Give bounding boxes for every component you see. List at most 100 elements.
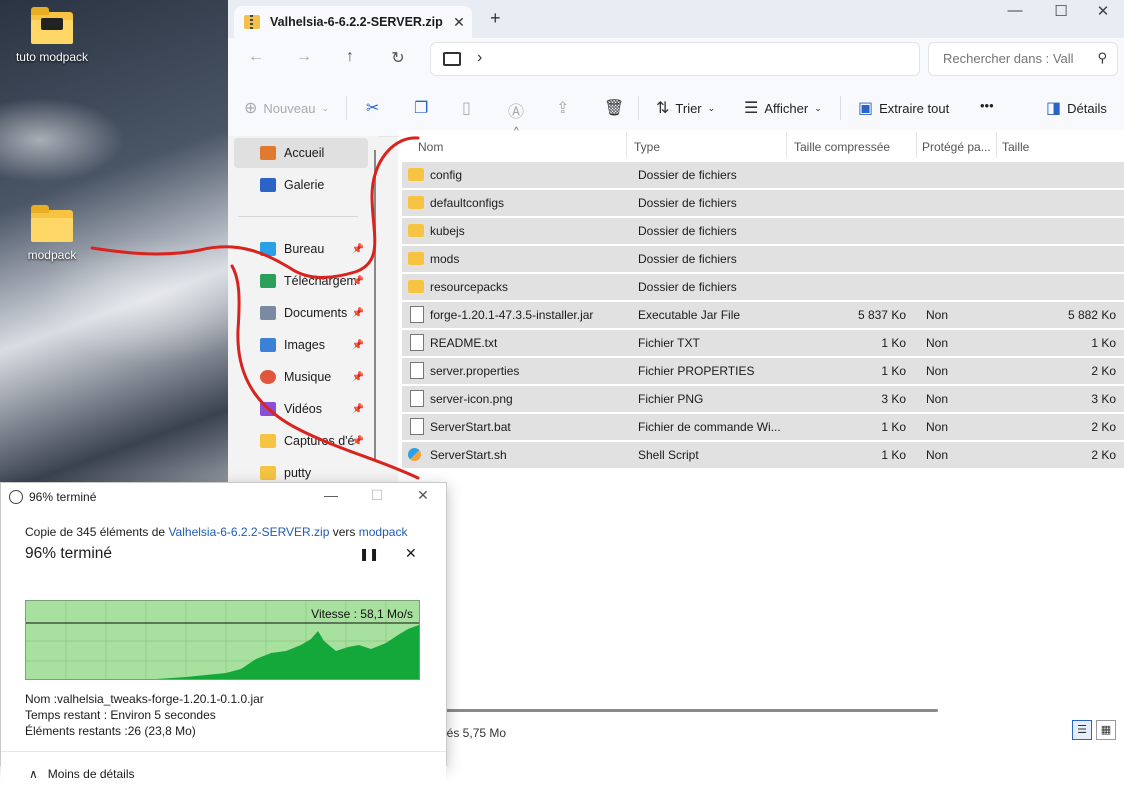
new-button[interactable]: ⊕ Nouveau ⌄ [244, 98, 329, 118]
music-icon [260, 370, 276, 384]
download-icon [260, 274, 276, 288]
dialog-body: Copie de 345 éléments de Valhelsia-6-6.2… [1, 511, 446, 794]
sort-button[interactable]: ⇅ Trier ⌄ [656, 98, 715, 118]
file-size: 2 Ko [1091, 420, 1116, 434]
table-row[interactable]: ServerStart.bat Fichier de commande Wi...… [402, 414, 1124, 440]
desktop-icon-modpack[interactable]: modpack [12, 205, 92, 262]
pin-icon[interactable]: 📌 [352, 372, 364, 383]
pin-icon[interactable]: 📌 [352, 308, 364, 319]
sidebar-item-documents[interactable]: Documents 📌 [234, 298, 368, 328]
sidebar-item-telechargements[interactable]: Téléchargem 📌 [234, 266, 368, 296]
sort-icon: ⇅ [656, 100, 670, 117]
paste-button[interactable]: ▯ [462, 98, 471, 118]
pin-icon[interactable]: 📌 [352, 436, 364, 447]
less-details-button[interactable]: ∧ Moins de détails [29, 767, 135, 781]
table-row[interactable]: ServerStart.sh Shell Script 1 Ko Non 2 Ko [402, 442, 1124, 468]
file-size: 1 Ko [1091, 336, 1116, 350]
video-icon [260, 402, 276, 416]
delete-button[interactable]: 🗑 [604, 98, 624, 118]
up-button[interactable]: ↑ [338, 48, 362, 66]
destination-link[interactable]: modpack [359, 525, 408, 539]
pin-icon[interactable]: 📌 [352, 276, 364, 287]
table-row[interactable]: server-icon.png Fichier PNG 3 Ko Non 3 Ko [402, 386, 1124, 412]
refresh-button[interactable]: ↻ [386, 48, 410, 68]
dialog-minimize-button[interactable]: — [311, 487, 351, 503]
file-compressed-size: 3 Ko [881, 392, 906, 406]
column-header-compressed-size[interactable]: Taille compressée [794, 136, 890, 158]
table-row[interactable]: README.txt Fichier TXT 1 Ko Non 1 Ko [402, 330, 1124, 356]
view-button[interactable]: ☰ Afficher ⌄ [744, 98, 822, 118]
copy-button[interactable]: ❐ [414, 98, 428, 118]
column-header-name[interactable]: Nom [418, 136, 443, 158]
speed-area [26, 625, 419, 679]
tiles-view-button[interactable]: ▦ [1096, 720, 1116, 740]
search-input[interactable] [941, 50, 1085, 67]
transfer-speed-graph: Vitesse : 58,1 Mo/s [25, 600, 420, 680]
copy-icon: ❐ [414, 100, 429, 117]
tab-zip[interactable]: Valhelsia-6-6.2.2-SERVER.zip ✕ [234, 6, 472, 38]
sidebar-scrollbar[interactable] [374, 150, 376, 460]
search-box[interactable]: ⚲ [928, 42, 1118, 76]
rename-button[interactable]: Ⓐ [508, 98, 524, 122]
table-row[interactable]: forge-1.20.1-47.3.5-installer.jar Executa… [402, 302, 1124, 328]
share-button[interactable]: ⇪ [556, 98, 569, 118]
file-protected: Non [926, 420, 949, 434]
cut-button[interactable]: ✂ [366, 98, 379, 118]
details-pane-icon: ◨ [1046, 100, 1062, 117]
extract-all-button[interactable]: ▣ Extraire tout [858, 98, 949, 118]
column-header-type[interactable]: Type [634, 136, 660, 158]
pin-icon[interactable]: 📌 [352, 404, 364, 415]
details-pane-button[interactable]: ◨ Détails [1046, 98, 1107, 118]
file-name: mods [430, 252, 460, 266]
file-protected: Non [926, 392, 949, 406]
close-button[interactable]: ✕ [1080, 2, 1124, 20]
sidebar-item-images[interactable]: Images 📌 [234, 330, 368, 360]
file-name: kubejs [430, 224, 465, 238]
sidebar-item-musique[interactable]: Musique 📌 [234, 362, 368, 392]
file-name: forge-1.20.1-47.3.5-installer.jar [430, 308, 594, 322]
table-row[interactable]: defaultconfigs Dossier de fichiers [402, 190, 1124, 216]
search-icon[interactable]: ⚲ [1097, 50, 1107, 66]
sidebar-item-captures[interactable]: Captures d'é 📌 [234, 426, 368, 456]
address-bar[interactable]: › [430, 42, 920, 76]
back-button[interactable]: ← [244, 48, 268, 66]
column-header-protected[interactable]: Protégé pa... [922, 136, 991, 158]
file-icon [410, 334, 424, 351]
sidebar-item-accueil[interactable]: Accueil [234, 138, 368, 168]
navigation-bar: ← → ↑ ↻ › ⚲ [228, 38, 1124, 80]
cancel-button[interactable]: ✕ [405, 545, 417, 562]
chevron-right-icon[interactable]: › [477, 49, 482, 67]
minimize-button[interactable]: — [992, 2, 1038, 19]
table-row[interactable]: resourcepacks Dossier de fichiers [402, 274, 1124, 300]
table-row[interactable]: kubejs Dossier de fichiers [402, 218, 1124, 244]
file-name: resourcepacks [430, 280, 509, 294]
source-link[interactable]: Valhelsia-6-6.2.2-SERVER.zip [168, 525, 329, 539]
more-button[interactable]: ••• [980, 98, 994, 113]
details-view-button[interactable]: ☰ [1072, 720, 1092, 740]
items-remaining: 26 (23,8 Mo) [127, 724, 196, 738]
pin-icon[interactable]: 📌 [352, 340, 364, 351]
maximize-button[interactable]: ☐ [1038, 2, 1084, 20]
sidebar-item-bureau[interactable]: Bureau 📌 [234, 234, 368, 264]
tab-close-icon[interactable]: ✕ [446, 14, 472, 31]
folder-icon [408, 196, 424, 209]
sidebar-item-videos[interactable]: Vidéos 📌 [234, 394, 368, 424]
pin-icon[interactable]: 📌 [352, 244, 364, 255]
file-compressed-size: 5 837 Ko [857, 308, 906, 322]
table-row[interactable]: mods Dossier de fichiers [402, 246, 1124, 272]
new-tab-button[interactable]: + [490, 8, 501, 29]
folder-icon [408, 224, 424, 237]
sidebar-item-galerie[interactable]: Galerie [234, 170, 368, 200]
table-row[interactable]: server.properties Fichier PROPERTIES 1 Ko N… [402, 358, 1124, 384]
dialog-close-button[interactable]: ✕ [403, 487, 443, 504]
dialog-title: 96% terminé [29, 490, 97, 504]
pause-button[interactable]: ❚❚ [359, 547, 379, 561]
forward-button[interactable]: → [292, 48, 316, 66]
table-row[interactable]: config Dossier de fichiers [402, 162, 1124, 188]
scissors-icon: ✂ [366, 100, 380, 117]
horizontal-scrollbar[interactable] [438, 709, 938, 712]
desktop-icon-tuto-modpack[interactable]: tuto modpack [12, 7, 92, 64]
dialog-maximize-button[interactable]: ☐ [357, 487, 397, 504]
home-icon [260, 146, 276, 160]
column-header-size[interactable]: Taille [1002, 136, 1029, 158]
